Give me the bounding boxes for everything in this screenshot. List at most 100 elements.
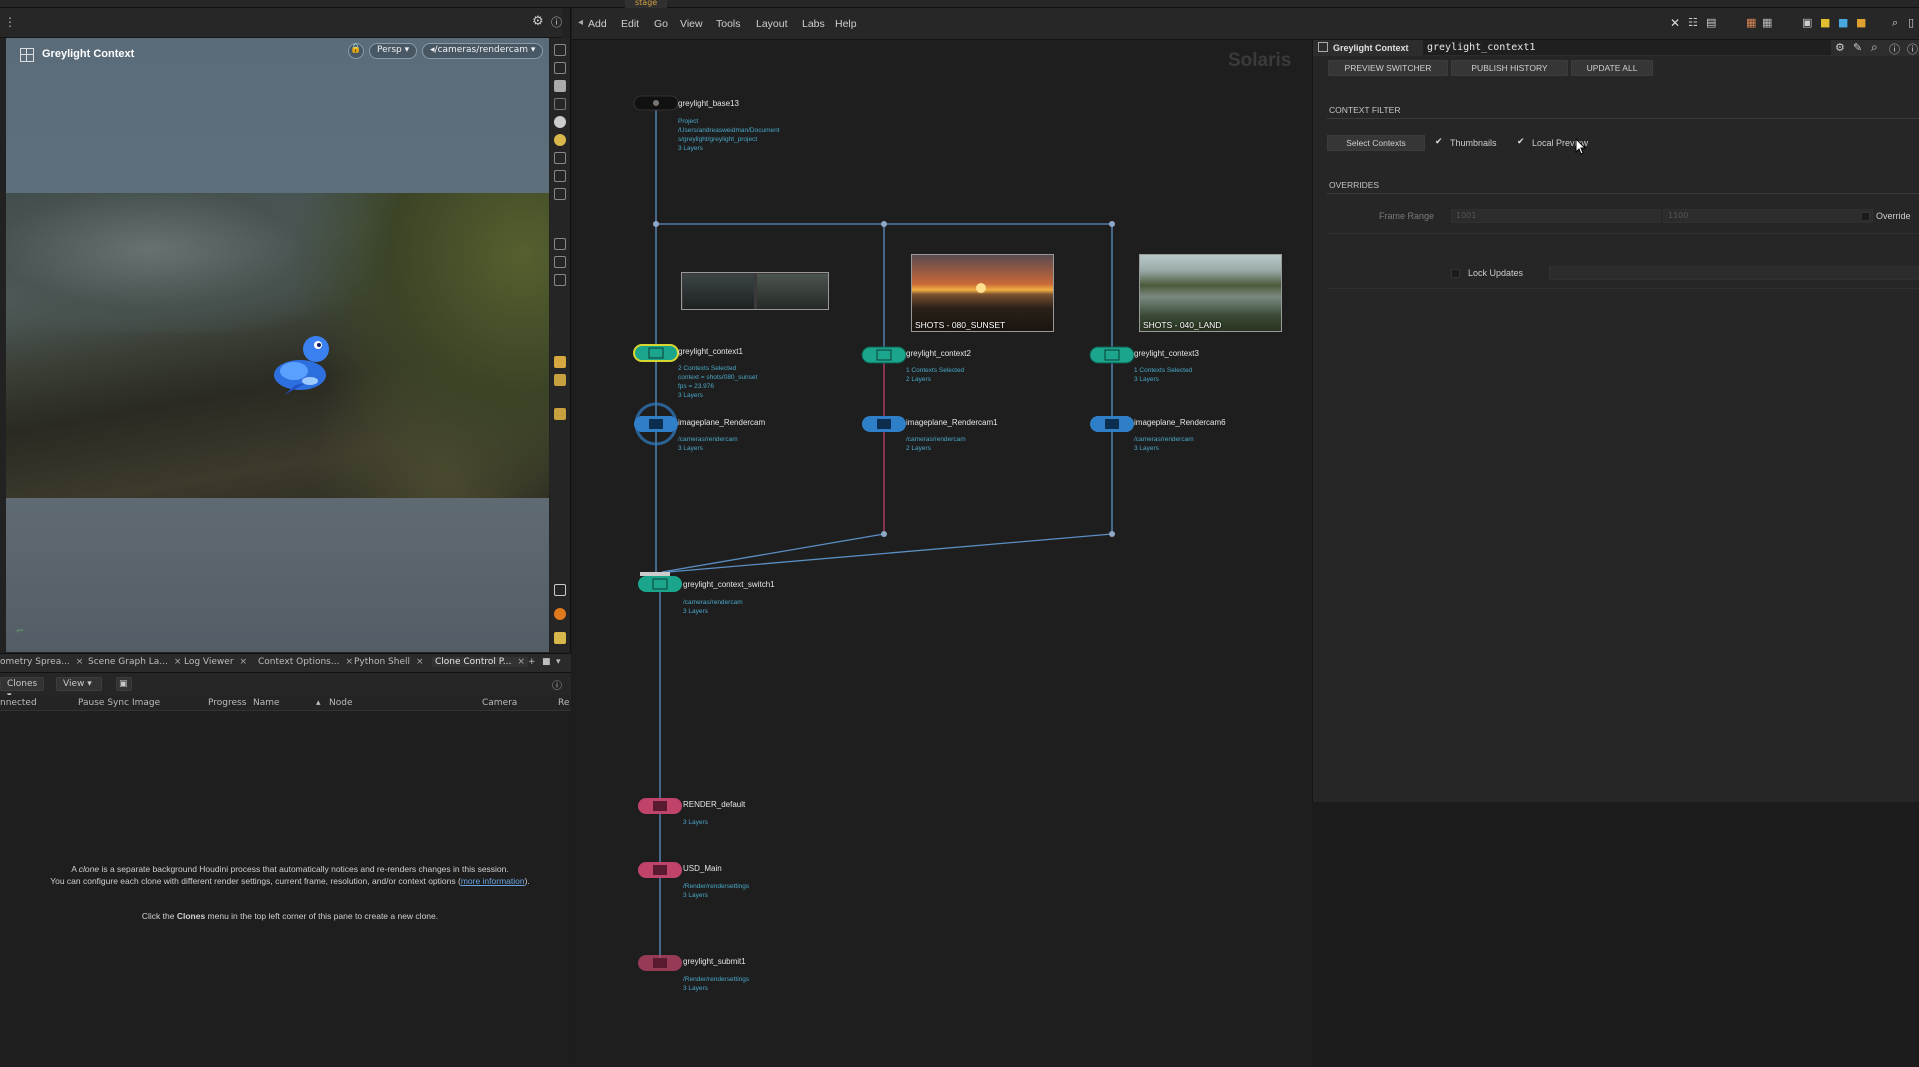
col-pause-sync[interactable]: Pause Sync (78, 698, 129, 708)
node-label-context2[interactable]: greylight_context2 (906, 349, 971, 358)
preview-switcher-button[interactable]: PREVIEW SWITCHER (1328, 60, 1448, 76)
col-name[interactable]: Name (253, 698, 280, 708)
tab-context-options[interactable]: Context Options... × (258, 657, 353, 667)
snapshot-icon[interactable] (554, 584, 566, 596)
node-label-imageplane6[interactable]: imageplane_Rendercam6 (1134, 418, 1226, 427)
light-icon[interactable] (554, 134, 566, 146)
back-icon[interactable]: ◂ (578, 17, 583, 28)
col-resolution[interactable]: Re (558, 698, 569, 708)
menu-edit[interactable]: Edit (621, 18, 639, 30)
add-tab-icon[interactable]: + (528, 657, 536, 667)
wrench-icon[interactable]: ✕ (1670, 16, 1680, 30)
col-image[interactable]: Image (132, 698, 160, 708)
gear-icon[interactable]: ⚙ (1835, 41, 1845, 54)
tool-icon-9[interactable] (554, 274, 566, 286)
note-icon[interactable]: ■ (1820, 16, 1830, 29)
pane-options-icon[interactable]: ▯ (1908, 16, 1914, 29)
menu-add[interactable]: Add (588, 18, 607, 30)
node-label-imageplane[interactable]: imageplane_Rendercam (678, 418, 765, 427)
persp-menu[interactable]: Persp ▾ (369, 43, 418, 59)
scene-viewport[interactable]: Greylight Context 🔒 Persp ▾ ◂/cameras/re… (6, 38, 549, 652)
tab-python-shell[interactable]: Python Shell × (354, 657, 424, 667)
tool-icon-12[interactable] (554, 408, 566, 420)
tool-icon-3[interactable] (554, 98, 566, 110)
help-icon[interactable]: ⓘ (552, 677, 562, 692)
override-checkbox[interactable] (1861, 212, 1870, 221)
local-preview-checkbox[interactable]: ✔ (1517, 138, 1526, 147)
tool-icon-1[interactable] (554, 44, 566, 56)
clone-image-icon[interactable]: ▣ (116, 677, 132, 691)
node-name-field[interactable]: greylight_context1 (1423, 40, 1831, 55)
menu-layout[interactable]: Layout (756, 18, 788, 30)
brush-icon[interactable]: ✎ (1853, 41, 1862, 54)
frame-end-field[interactable]: 1100 (1663, 209, 1873, 223)
gear-icon[interactable]: ⚙ (532, 14, 544, 29)
menu-go[interactable]: Go (654, 18, 668, 30)
tool-icon-2[interactable] (554, 62, 566, 74)
tool-icon-4[interactable] (554, 152, 566, 164)
help-icon[interactable]: ⓘ (551, 14, 562, 30)
close-icon[interactable]: × (345, 657, 353, 667)
tool-icon-10[interactable] (554, 356, 566, 368)
table-icon[interactable]: ▦ (1762, 16, 1772, 29)
node-label-switch[interactable]: greylight_context_switch1 (683, 580, 775, 589)
publish-history-button[interactable]: PUBLISH HISTORY (1451, 60, 1568, 76)
close-icon[interactable]: × (517, 657, 525, 667)
col-camera[interactable]: Camera (482, 698, 517, 708)
tab-clone-control[interactable]: Clone Control P... × (432, 657, 528, 667)
render-icon[interactable] (554, 608, 566, 620)
sphere-icon[interactable] (554, 116, 566, 128)
tool-icon-6[interactable] (554, 188, 566, 200)
menu-labs[interactable]: Labs (802, 18, 825, 30)
tab-geometry-spreadsheet[interactable]: ometry Sprea... × (0, 657, 83, 667)
pane-layout-icon[interactable]: ■ (542, 657, 551, 667)
help-icon[interactable]: ⓘ (1889, 41, 1900, 57)
col-node[interactable]: Node (329, 698, 353, 708)
thumbnails-checkbox[interactable]: ✔ (1435, 138, 1444, 147)
tool-icon-7[interactable] (554, 238, 566, 250)
chevron-down-icon[interactable]: ▾ (556, 657, 561, 667)
camera-lock-icon[interactable]: 🔒 (348, 43, 364, 59)
view-menu[interactable]: View ▾ (56, 677, 102, 691)
lock-icon[interactable] (554, 80, 566, 92)
node-label-imageplane1[interactable]: imageplane_Rendercam1 (906, 418, 998, 427)
list-icon[interactable]: ▤ (1706, 16, 1716, 29)
clones-menu[interactable]: Clones ▾ (0, 677, 44, 701)
tab-scene-graph[interactable]: Scene Graph La... × (88, 657, 181, 667)
node-label-usd-main[interactable]: USD_Main (683, 864, 722, 873)
stage-tab[interactable]: stage (625, 0, 668, 8)
lock-updates-checkbox[interactable] (1451, 269, 1460, 278)
col-progress[interactable]: Progress (208, 698, 246, 708)
search-icon[interactable]: ⌕ (1871, 40, 1878, 55)
tab-log-viewer[interactable]: Log Viewer × (184, 657, 247, 667)
tool-icon-5[interactable] (554, 170, 566, 182)
palette-icon[interactable]: ■ (1856, 16, 1866, 29)
image-icon[interactable]: ■ (1838, 16, 1848, 29)
tool-icon-11[interactable] (554, 374, 566, 386)
frame-start-field[interactable]: 1001 (1451, 209, 1661, 223)
more-information-link[interactable]: more information (461, 876, 525, 886)
close-icon[interactable]: × (174, 657, 182, 667)
pane-menu-icon[interactable]: ⋮ (4, 15, 16, 29)
camera-menu[interactable]: ◂/cameras/rendercam ▾ (422, 43, 544, 59)
menu-tools[interactable]: Tools (716, 18, 741, 30)
node-label-context1[interactable]: greylight_context1 (678, 347, 743, 356)
grid-view-icon[interactable]: ▦ (1746, 16, 1756, 29)
search-icon[interactable]: ⌕ (1892, 16, 1898, 30)
tree-icon[interactable]: ☷ (1688, 16, 1698, 29)
update-all-button[interactable]: UPDATE ALL (1571, 60, 1653, 76)
close-icon[interactable]: × (416, 657, 424, 667)
select-contexts-button[interactable]: Select Contexts (1327, 135, 1425, 151)
layout-icon[interactable]: ▣ (1802, 16, 1812, 29)
close-icon[interactable]: × (76, 657, 84, 667)
info-icon[interactable]: ⓘ (1907, 41, 1918, 57)
menu-help[interactable]: Help (835, 18, 857, 30)
node-label-base13[interactable]: greylight_base13 (678, 99, 739, 108)
node-label-render[interactable]: RENDER_default (683, 800, 745, 809)
menu-view[interactable]: View (680, 18, 703, 30)
close-icon[interactable]: × (240, 657, 248, 667)
grid-icon[interactable] (554, 632, 566, 644)
node-label-context3[interactable]: greylight_context3 (1134, 349, 1199, 358)
node-label-submit[interactable]: greylight_submit1 (683, 957, 746, 966)
tool-icon-8[interactable] (554, 256, 566, 268)
